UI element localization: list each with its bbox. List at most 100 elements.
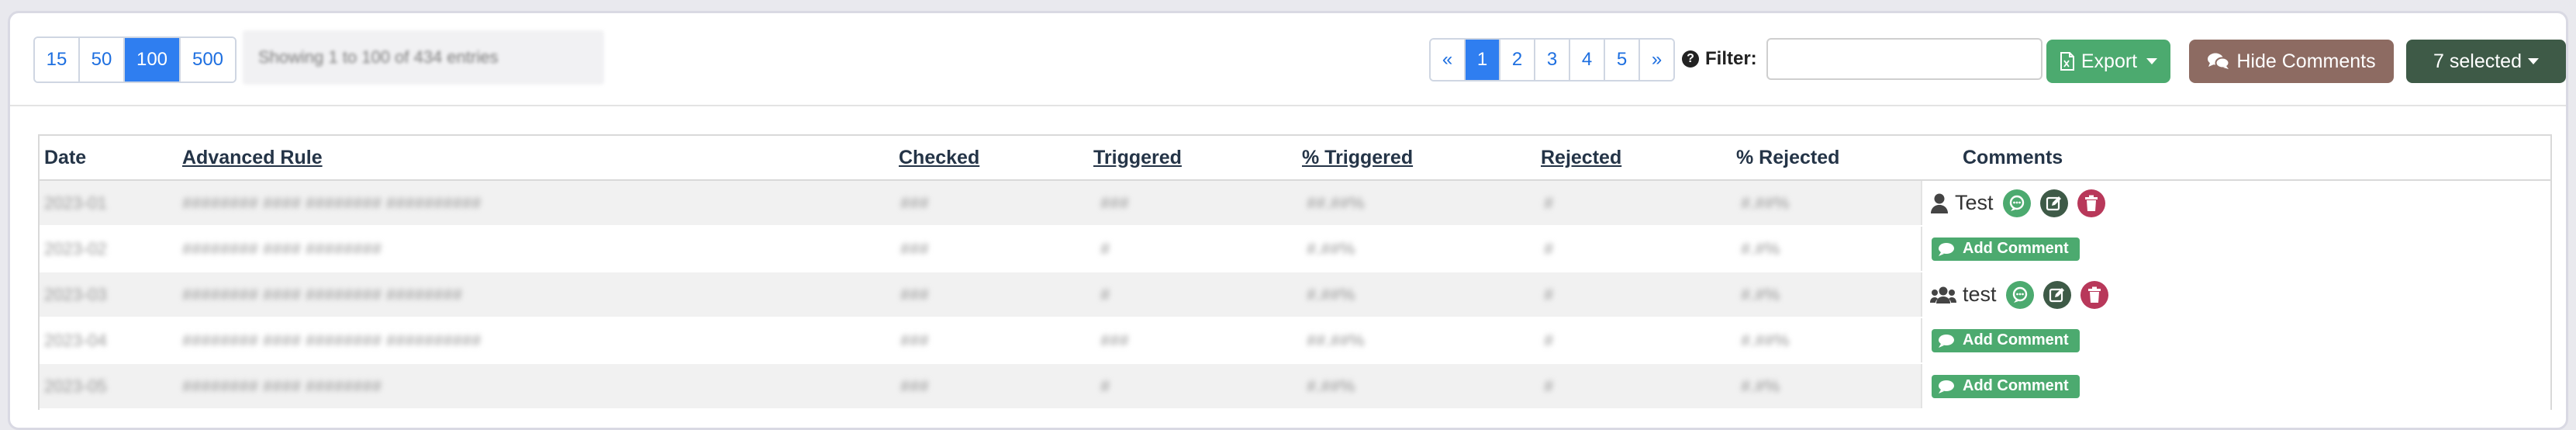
user-icon — [1930, 192, 1949, 214]
reply-comment-icon[interactable] — [2002, 189, 2031, 217]
page-size-selector: 15 50 100 500 — [33, 36, 237, 83]
cell-pct-rejected: #.##% — [1741, 330, 1790, 350]
comment-icon — [1939, 242, 1954, 256]
pagination-page-2[interactable]: 2 — [1500, 40, 1535, 80]
cell-triggered: ### — [1100, 192, 1129, 213]
cell-checked: ### — [900, 376, 929, 396]
add-comment-label: Add Comment — [1963, 331, 2069, 349]
cell-rejected: # — [1544, 238, 1554, 258]
filter: ? Filter: — [1682, 36, 2042, 81]
cell-triggered: ### — [1100, 330, 1129, 350]
cell-pct-rejected: #.#% — [1741, 284, 1780, 304]
selected-columns-button[interactable]: 7 selected — [2406, 40, 2566, 83]
cell-triggered: # — [1100, 284, 1110, 304]
page-size-100[interactable]: 100 — [125, 38, 181, 81]
cell-checked: ### — [900, 192, 929, 213]
cell-advanced-rule[interactable]: ######## #### ######## ########## — [182, 181, 481, 225]
table-row[interactable]: 2023-02 ######## #### ######## ### # #.#… — [40, 227, 2550, 272]
comment-cell: Add Comment — [1921, 364, 2550, 408]
toolbar: 15 50 100 500 Showing 1 to 100 of 434 en… — [10, 13, 2566, 106]
cell-date: 2023-04 — [44, 330, 107, 350]
comment-cell: Add Comment — [1921, 227, 2550, 271]
table-row[interactable]: 2023-03 ######## #### ######## ######## … — [40, 272, 2550, 318]
export-label: Export — [2080, 50, 2138, 72]
pagination-next[interactable]: » — [1640, 40, 1673, 80]
caret-down-icon — [2146, 58, 2158, 64]
page-size-15[interactable]: 15 — [35, 38, 80, 81]
users-icon — [1930, 286, 1956, 304]
delete-comment-icon[interactable] — [2080, 280, 2108, 309]
delete-comment-icon[interactable] — [2077, 189, 2105, 217]
reply-comment-icon[interactable] — [2005, 280, 2034, 309]
cell-advanced-rule[interactable]: ######## #### ######## ######## — [182, 272, 462, 317]
filter-input[interactable] — [1766, 38, 2042, 80]
add-comment-label: Add Comment — [1963, 377, 2069, 394]
comments-icon — [2208, 53, 2230, 69]
header-comments: Comments — [1963, 146, 2063, 168]
comment-text: Test — [1955, 191, 1994, 214]
hide-comments-button[interactable]: Hide Comments — [2189, 40, 2394, 83]
comment-cell: test — [1921, 272, 2550, 317]
cell-pct-triggered: #.##% — [1307, 284, 1355, 304]
pagination-page-1[interactable]: 1 — [1466, 40, 1500, 80]
pagination-page-3[interactable]: 3 — [1535, 40, 1570, 80]
header-rejected[interactable]: Rejected — [1541, 136, 1621, 179]
cell-pct-triggered: ##.##% — [1307, 192, 1365, 213]
comment-icon — [1939, 334, 1954, 348]
cell-date: 2023-05 — [44, 376, 107, 396]
cell-rejected: # — [1544, 284, 1554, 304]
header-triggered[interactable]: Triggered — [1093, 136, 1182, 179]
entries-panel: 15 50 100 500 Showing 1 to 100 of 434 en… — [8, 11, 2568, 430]
cell-triggered: # — [1100, 238, 1110, 258]
cell-advanced-rule[interactable]: ######## #### ######## — [182, 227, 382, 271]
cell-pct-rejected: #.#% — [1741, 376, 1780, 396]
cell-pct-triggered: #.##% — [1307, 376, 1355, 396]
page-size-500[interactable]: 500 — [181, 38, 235, 81]
add-comment-button[interactable]: Add Comment — [1932, 237, 2080, 261]
pagination-page-5[interactable]: 5 — [1605, 40, 1640, 80]
cell-triggered: # — [1100, 376, 1110, 396]
pagination-page-4[interactable]: 4 — [1570, 40, 1605, 80]
filter-label: Filter: — [1705, 48, 1757, 69]
cell-rejected: # — [1544, 376, 1554, 396]
cell-rejected: # — [1544, 330, 1554, 350]
selected-columns-label: 7 selected — [2433, 50, 2522, 72]
table-row[interactable]: 2023-01 ######## #### ######## #########… — [40, 181, 2550, 227]
cell-checked: ### — [900, 284, 929, 304]
comment-text: test — [1963, 283, 1997, 306]
cell-checked: ### — [900, 238, 929, 258]
cell-rejected: # — [1544, 192, 1554, 213]
cell-date: 2023-02 — [44, 238, 107, 258]
add-comment-label: Add Comment — [1963, 240, 2069, 257]
header-pct-triggered[interactable]: % Triggered — [1302, 136, 1413, 179]
caret-down-icon — [2527, 58, 2539, 64]
pagination-prev[interactable]: « — [1431, 40, 1466, 80]
table-row[interactable]: 2023-05 ######## #### ######## ### # #.#… — [40, 364, 2550, 410]
header-date: Date — [44, 146, 87, 168]
cell-pct-triggered: #.##% — [1307, 238, 1355, 258]
add-comment-button[interactable]: Add Comment — [1932, 374, 2080, 398]
page-size-50[interactable]: 50 — [80, 38, 125, 81]
pagination: « 1 2 3 4 5 » — [1429, 38, 1675, 81]
file-export-icon — [2060, 52, 2074, 71]
cell-pct-rejected: #.#% — [1741, 238, 1780, 258]
entries-table: Date Advanced Rule Checked Triggered % T… — [38, 134, 2552, 410]
comment-cell: Test — [1921, 181, 2550, 225]
edit-comment-icon[interactable] — [2039, 189, 2068, 217]
entries-info: Showing 1 to 100 of 434 entries — [243, 30, 604, 85]
header-advanced-rule[interactable]: Advanced Rule — [182, 136, 323, 179]
header-pct-rejected: % Rejected — [1736, 146, 1840, 168]
export-button[interactable]: Export — [2046, 40, 2170, 83]
cell-pct-triggered: ##.##% — [1307, 330, 1365, 350]
cell-advanced-rule[interactable]: ######## #### ######## — [182, 364, 382, 408]
edit-comment-icon[interactable] — [2042, 280, 2071, 309]
comment-cell: Add Comment — [1921, 318, 2550, 362]
question-circle-icon[interactable]: ? — [1682, 50, 1699, 68]
add-comment-button[interactable]: Add Comment — [1932, 328, 2080, 352]
header-checked[interactable]: Checked — [899, 136, 979, 179]
table-row[interactable]: 2023-04 ######## #### ######## #########… — [40, 318, 2550, 364]
cell-advanced-rule[interactable]: ######## #### ######## ########## — [182, 318, 481, 362]
cell-pct-rejected: #.##% — [1741, 192, 1790, 213]
hide-comments-label: Hide Comments — [2236, 50, 2376, 72]
cell-date: 2023-01 — [44, 192, 107, 213]
